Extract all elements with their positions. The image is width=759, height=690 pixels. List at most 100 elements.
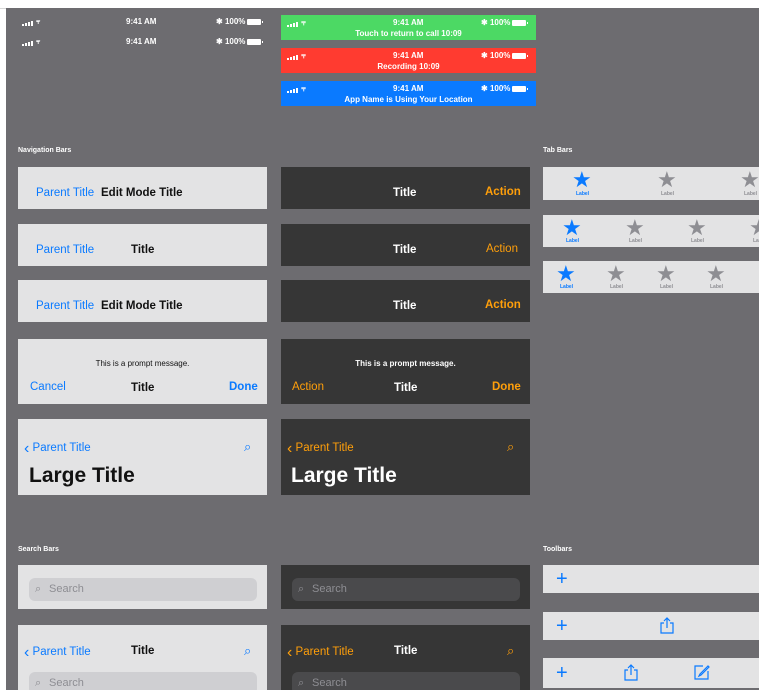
action-button[interactable]: Action <box>485 186 521 198</box>
search-icon[interactable]: ⌕ <box>507 644 514 657</box>
toolbar-2: + <box>543 612 759 640</box>
status-bar-2: ⫧ 9:41 AM ✱ 100% <box>22 31 272 55</box>
nav-search-bar-light: ‹ Parent Title Title ⌕ ⌕ Search <box>18 625 267 690</box>
in-call-status-bar[interactable]: ⫧ 9:41 AM ✱ 100% Touch to return to call… <box>281 15 536 40</box>
section-label-navigation: Navigation Bars <box>18 147 72 154</box>
search-input[interactable]: ⌕ Search <box>292 672 520 690</box>
nav-title: Title <box>394 382 418 394</box>
search-bar-light: ⌕ Search <box>18 565 267 609</box>
status-time: 9:41 AM <box>393 84 424 93</box>
tab-star-icon[interactable]: ★ <box>749 217 759 239</box>
search-input[interactable]: ⌕ Search <box>29 672 257 690</box>
tab-bar-3: ★ Label ★ Label ★ Label ★ Label <box>543 261 759 293</box>
nav-bar-dark-1: Title Action <box>281 167 530 209</box>
status-time: 9:41 AM <box>393 18 424 27</box>
plus-icon[interactable]: + <box>556 616 568 636</box>
large-title: Large Title <box>291 464 397 487</box>
parent-title-button[interactable]: Parent Title <box>36 187 94 199</box>
tab-star-icon[interactable]: ★ <box>706 263 726 285</box>
action-button[interactable]: Action <box>485 299 521 311</box>
nav-title: Title <box>131 244 155 256</box>
done-button[interactable]: Done <box>229 381 258 393</box>
tab-star-icon[interactable]: ★ <box>625 217 645 239</box>
share-icon[interactable] <box>624 664 638 681</box>
tab-star-icon[interactable]: ★ <box>740 169 759 191</box>
search-icon: ⌕ <box>298 583 305 595</box>
back-button[interactable]: ‹ Parent Title <box>287 644 354 662</box>
nav-title: Edit Mode Title <box>101 300 183 312</box>
search-icon: ⌕ <box>35 677 42 689</box>
cancel-button[interactable]: Cancel <box>30 381 66 393</box>
compose-icon[interactable] <box>694 664 710 680</box>
status-battery: ✱ 100% <box>481 18 529 27</box>
signal-icon: ⫧ <box>22 37 40 47</box>
nav-bar-edit-light: Parent Title Edit Mode Title <box>18 167 267 209</box>
battery-icon <box>247 18 264 25</box>
chevron-left-icon: ‹ <box>24 644 30 661</box>
recording-status-bar[interactable]: ⫧ 9:41 AM ✱ 100% Recording 10:09 <box>281 48 536 73</box>
status-battery: ✱ 100% <box>481 84 529 93</box>
tab-label: Label <box>660 284 674 290</box>
nav-bar-prompt-dark: This is a prompt message. Action Title D… <box>281 339 530 404</box>
tab-label: Label <box>610 284 624 290</box>
prompt-message: This is a prompt message. <box>355 359 456 368</box>
toolbar-3: + <box>543 658 759 688</box>
nav-bar-light: Parent Title Title <box>18 224 267 266</box>
nav-title: Title <box>131 382 155 394</box>
nav-bar-dark-3: Title Action <box>281 280 530 322</box>
plus-icon[interactable]: + <box>556 569 568 589</box>
search-icon[interactable]: ⌕ <box>244 440 251 453</box>
location-status-bar[interactable]: ⫧ 9:41 AM ✱ 100% App Name is Using Your … <box>281 81 536 106</box>
tab-label: Label <box>566 238 580 244</box>
signal-icon: ⫧ <box>287 18 306 28</box>
plus-icon[interactable]: + <box>556 663 568 683</box>
tab-label: Label <box>744 191 758 197</box>
share-icon[interactable] <box>660 617 674 634</box>
search-bar-dark: ⌕ Search <box>281 565 530 609</box>
status-battery: ✱ 100% <box>481 51 529 60</box>
tab-label: Label <box>661 191 675 197</box>
action-button[interactable]: Action <box>292 381 324 393</box>
nav-search-bar-dark: ‹ Parent Title Title ⌕ ⌕ Search <box>281 625 530 690</box>
back-button[interactable]: ‹ Parent Title <box>24 440 91 458</box>
parent-title-button[interactable]: Parent Title <box>36 300 94 312</box>
nav-bar-dark-2: Title Action <box>281 224 530 266</box>
status-time: 9:41 AM <box>126 37 157 46</box>
tab-star-icon[interactable]: ★ <box>562 217 582 239</box>
status-battery: ✱ 100% <box>216 37 264 46</box>
search-placeholder: Search <box>312 583 347 595</box>
back-button[interactable]: ‹ Parent Title <box>287 440 354 458</box>
back-button[interactable]: ‹ Parent Title <box>24 644 91 662</box>
search-placeholder: Search <box>49 677 84 689</box>
tab-star-icon[interactable]: ★ <box>572 169 592 191</box>
tab-label: Label <box>629 238 643 244</box>
tab-label: Label <box>691 238 705 244</box>
tab-star-icon[interactable]: ★ <box>606 263 626 285</box>
search-icon[interactable]: ⌕ <box>244 644 251 657</box>
search-input[interactable]: ⌕ Search <box>29 578 257 601</box>
tab-star-icon[interactable]: ★ <box>556 263 576 285</box>
parent-title-button[interactable]: Parent Title <box>36 244 94 256</box>
tab-star-icon[interactable]: ★ <box>656 263 676 285</box>
search-icon[interactable]: ⌕ <box>507 440 514 453</box>
section-label-toolbars: Toolbars <box>543 546 573 553</box>
tab-star-icon[interactable]: ★ <box>687 217 707 239</box>
chevron-left-icon: ‹ <box>287 644 293 661</box>
signal-icon: ⫧ <box>22 17 40 27</box>
nav-bar-large-dark: ‹ Parent Title ⌕ Large Title <box>281 419 530 495</box>
nav-bar-edit-light-2: Parent Title Edit Mode Title <box>18 280 267 322</box>
large-title: Large Title <box>29 464 135 487</box>
location-text: App Name is Using Your Location <box>344 95 473 104</box>
toolbar-1: + <box>543 565 759 593</box>
action-button[interactable]: Action <box>486 243 518 255</box>
tab-star-icon[interactable]: ★ <box>657 169 677 191</box>
status-battery: ✱ 100% <box>216 17 264 26</box>
section-label-search: Search Bars <box>18 546 59 553</box>
search-icon: ⌕ <box>298 677 305 689</box>
nav-title: Title <box>393 244 417 256</box>
bluetooth-icon: ✱ <box>216 17 223 26</box>
search-placeholder: Search <box>312 677 347 689</box>
done-button[interactable]: Done <box>492 381 521 393</box>
search-input[interactable]: ⌕ Search <box>292 578 520 601</box>
battery-icon <box>247 38 264 45</box>
